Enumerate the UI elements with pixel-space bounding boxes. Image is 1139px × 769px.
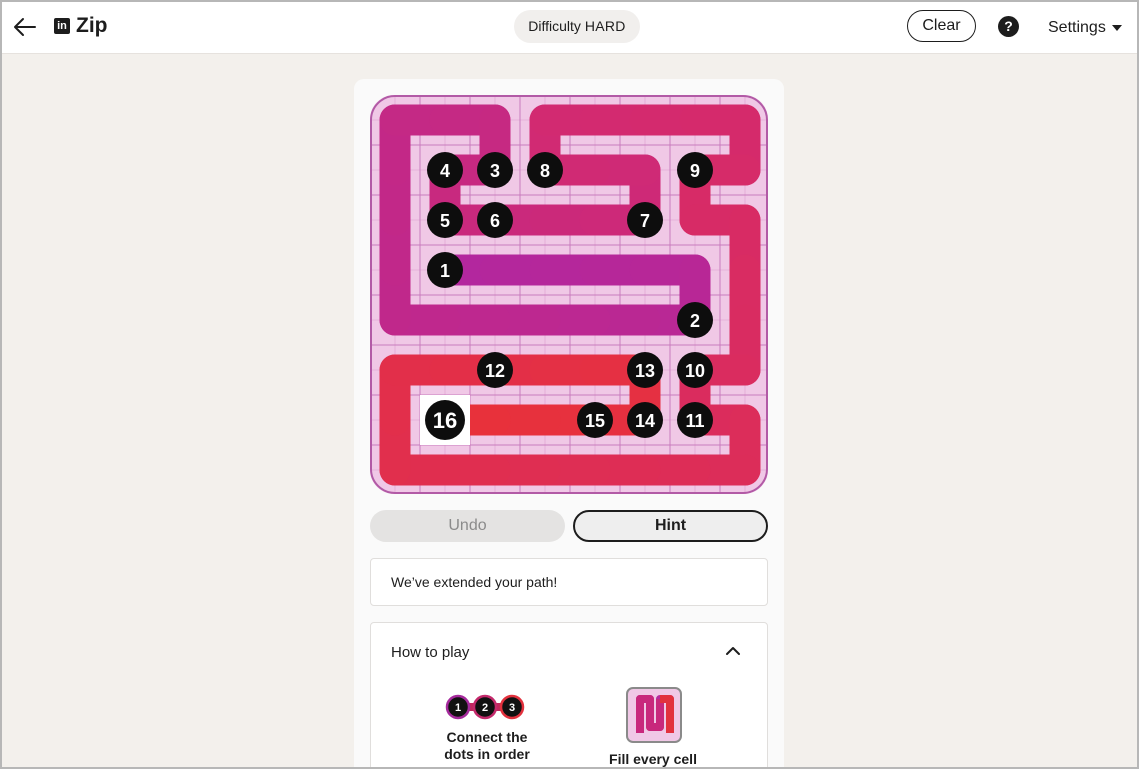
difficulty-label: Difficulty — [528, 18, 581, 34]
number-dot-7[interactable]: 7 — [627, 202, 663, 238]
number-dot-15[interactable]: 15 — [577, 402, 613, 438]
number-dot-label: 13 — [635, 361, 655, 381]
number-dot-14[interactable]: 14 — [627, 402, 663, 438]
zip-puzzle-board[interactable]: 1 2 3 4 5 6 7 8 9 10 11 12 13 14 15 16 — [370, 95, 768, 494]
difficulty-level: HARD — [584, 18, 626, 34]
settings-label: Settings — [1048, 19, 1106, 36]
number-dot-label: 5 — [440, 211, 450, 231]
number-dot-8[interactable]: 8 — [527, 152, 563, 188]
step1-line2: dots in order — [444, 746, 530, 762]
illustration-dot-2: 2 — [482, 702, 488, 714]
puzzle-grid[interactable]: 12345 6 78 9101112 13141516 — [370, 95, 768, 494]
number-dot-11[interactable]: 11 — [677, 402, 713, 438]
number-dot-label: 8 — [540, 161, 550, 181]
number-dot-label: 9 — [690, 161, 700, 181]
number-dot-label: 16 — [433, 408, 457, 433]
number-dot-5[interactable]: 5 — [427, 202, 463, 238]
step-connect-dots: Connect the dots in order — [427, 729, 547, 763]
number-dot-13[interactable]: 13 — [627, 352, 663, 388]
app-title: Zip — [76, 14, 108, 37]
step1-line1: Connect the — [446, 729, 528, 745]
step-fill-every-cell: Fill every cell — [609, 751, 697, 767]
number-dot-label: 2 — [690, 311, 700, 331]
help-icon[interactable]: ? — [998, 16, 1019, 37]
number-dot-label: 14 — [635, 411, 655, 431]
back-arrow-icon[interactable] — [10, 12, 40, 42]
number-dot-4[interactable]: 4 — [427, 152, 463, 188]
number-dot-label: 1 — [440, 261, 450, 281]
how-to-play-title[interactable]: How to play — [391, 644, 469, 661]
number-dot-label: 3 — [490, 161, 500, 181]
undo-button[interactable]: Undo — [370, 510, 565, 542]
clear-button[interactable]: Clear — [907, 10, 976, 42]
number-dot-label: 11 — [685, 411, 704, 431]
app-brand[interactable]: in Zip — [54, 14, 108, 38]
number-dot-label: 4 — [440, 161, 450, 181]
number-dot-12[interactable]: 12 — [477, 352, 513, 388]
settings-menu-button[interactable]: Settings — [1048, 19, 1122, 37]
how-to-play-section: How to play 1 2 3 Connect the dots in or… — [370, 622, 768, 769]
number-dot-1[interactable]: 1 — [427, 252, 463, 288]
number-dot-10[interactable]: 10 — [677, 352, 713, 388]
number-dot-2[interactable]: 2 — [677, 302, 713, 338]
chevron-down-icon — [1111, 25, 1122, 31]
chevron-up-icon[interactable] — [723, 643, 743, 659]
number-dot-label: 7 — [640, 211, 650, 231]
number-dot-9[interactable]: 9 — [677, 152, 713, 188]
hint-button[interactable]: Hint — [573, 510, 768, 542]
number-dot-6[interactable]: 6 — [477, 202, 513, 238]
connect-dots-illustration-icon: 1 2 3 — [445, 694, 525, 720]
number-dot-16[interactable]: 16 — [425, 400, 465, 440]
linkedin-logo-icon: in — [54, 18, 70, 34]
fill-grid-illustration-icon — [626, 687, 682, 743]
number-dot-label: 12 — [485, 361, 505, 381]
number-dot-label: 6 — [490, 211, 500, 231]
illustration-dot-3: 3 — [509, 702, 515, 714]
number-dot-label: 10 — [685, 361, 705, 381]
status-message: We’ve extended your path! — [370, 558, 768, 606]
number-dot-3[interactable]: 3 — [477, 152, 513, 188]
top-bar: in Zip Difficulty HARD Clear ? Settings — [0, 0, 1139, 54]
difficulty-badge: Difficulty HARD — [514, 10, 640, 43]
illustration-dot-1: 1 — [455, 702, 461, 714]
number-dot-label: 15 — [585, 411, 605, 431]
